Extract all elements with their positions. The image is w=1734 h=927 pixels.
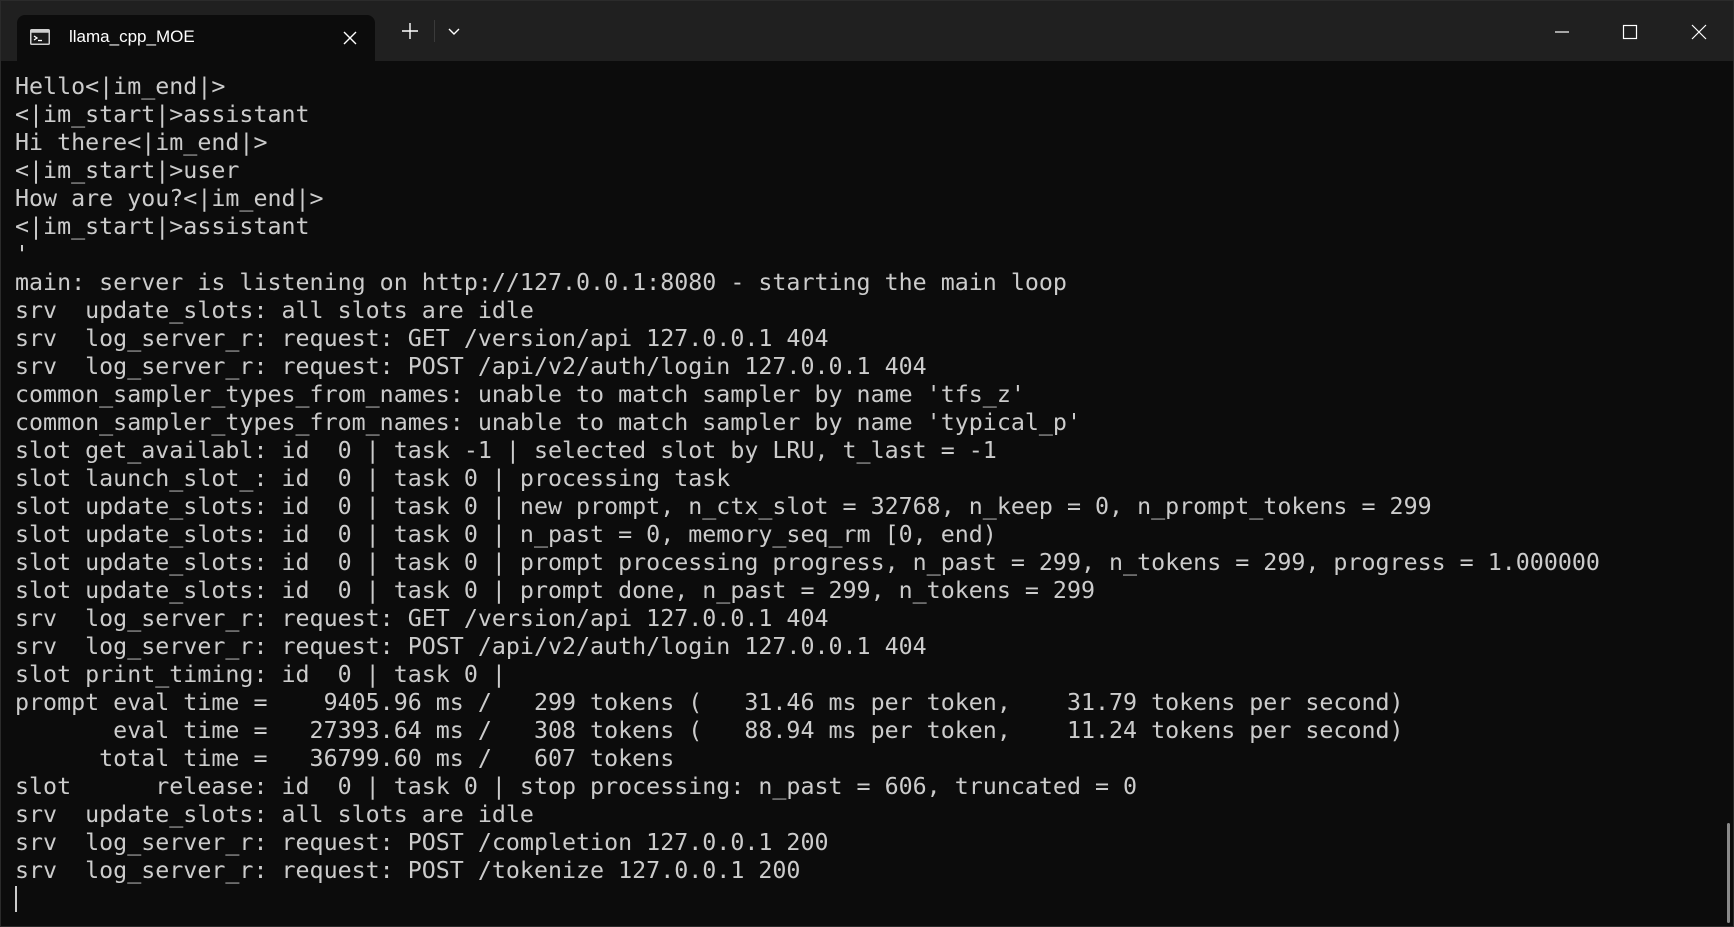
tab-title: llama_cpp_MOE	[69, 27, 195, 46]
terminal-line: srv update_slots: all slots are idle	[15, 297, 534, 324]
chevron-down-icon[interactable]	[441, 18, 467, 44]
close-window-button[interactable]	[1664, 1, 1732, 61]
terminal-line: Hi there<|im_end|>	[15, 129, 268, 156]
terminal-line: slot update_slots: id 0 | task 0 | new p…	[15, 493, 1432, 520]
terminal-line: slot update_slots: id 0 | task 0 | promp…	[15, 549, 1600, 576]
titlebar-divider	[434, 20, 435, 42]
terminal-line: common_sampler_types_from_names: unable …	[15, 409, 1081, 436]
terminal-line: srv update_slots: all slots are idle	[15, 801, 534, 828]
terminal-line: slot launch_slot_: id 0 | task 0 | proce…	[15, 465, 731, 492]
terminal-line: '	[15, 241, 30, 268]
terminal-line: slot print_timing: id 0 | task 0 |	[15, 661, 506, 688]
terminal-line: srv log_server_r: request: GET /version/…	[15, 605, 829, 632]
terminal-line: <|im_start|>assistant	[15, 101, 310, 128]
text-cursor	[15, 886, 17, 912]
close-icon	[1691, 24, 1707, 40]
minimize-icon	[1555, 31, 1569, 33]
terminal-line: srv log_server_r: request: POST /tokeniz…	[15, 857, 801, 884]
terminal-line: slot get_availabl: id 0 | task -1 | sele…	[15, 437, 997, 464]
maximize-button[interactable]	[1595, 1, 1663, 61]
terminal-line: slot release: id 0 | task 0 | stop proce…	[15, 773, 1138, 800]
terminal-line: common_sampler_types_from_names: unable …	[15, 381, 1025, 408]
terminal-output[interactable]: Hello<|im_end|> <|im_start|>assistant Hi t…	[15, 73, 1715, 923]
minimize-button[interactable]	[1527, 1, 1595, 61]
terminal-line: srv log_server_r: request: POST /api/v2/…	[15, 353, 927, 380]
close-tab-icon[interactable]	[339, 27, 361, 49]
terminal-line: <|im_start|>user	[15, 157, 240, 184]
terminal-line: srv log_server_r: request: GET /version/…	[15, 325, 829, 352]
tab-llama-cpp-moe[interactable]: llama_cpp_MOE	[17, 15, 375, 61]
terminal-line: total time = 36799.60 ms / 607 tokens	[15, 745, 675, 772]
new-tab-icon[interactable]	[397, 18, 423, 44]
terminal-icon	[30, 29, 50, 45]
terminal-line: slot update_slots: id 0 | task 0 | promp…	[15, 577, 1095, 604]
terminal-line: Hello<|im_end|>	[15, 73, 226, 100]
terminal-line: srv log_server_r: request: POST /api/v2/…	[15, 633, 927, 660]
title-bar[interactable]: llama_cpp_MOE	[1, 1, 1733, 61]
terminal-line: <|im_start|>assistant	[15, 213, 310, 240]
terminal-line: eval time = 27393.64 ms / 308 tokens ( 8…	[15, 717, 1404, 744]
terminal-line: slot update_slots: id 0 | task 0 | n_pas…	[15, 521, 997, 548]
terminal-line: prompt eval time = 9405.96 ms / 299 toke…	[15, 689, 1404, 716]
terminal-line: srv log_server_r: request: POST /complet…	[15, 829, 829, 856]
terminal-line: How are you?<|im_end|>	[15, 185, 324, 212]
terminal-line: main: server is listening on http://127.…	[15, 269, 1067, 296]
terminal-window: llama_cpp_MOE Hello<|im_end|> <|im_start…	[0, 0, 1734, 927]
scrollbar-thumb[interactable]	[1727, 823, 1730, 923]
maximize-icon	[1622, 24, 1638, 40]
